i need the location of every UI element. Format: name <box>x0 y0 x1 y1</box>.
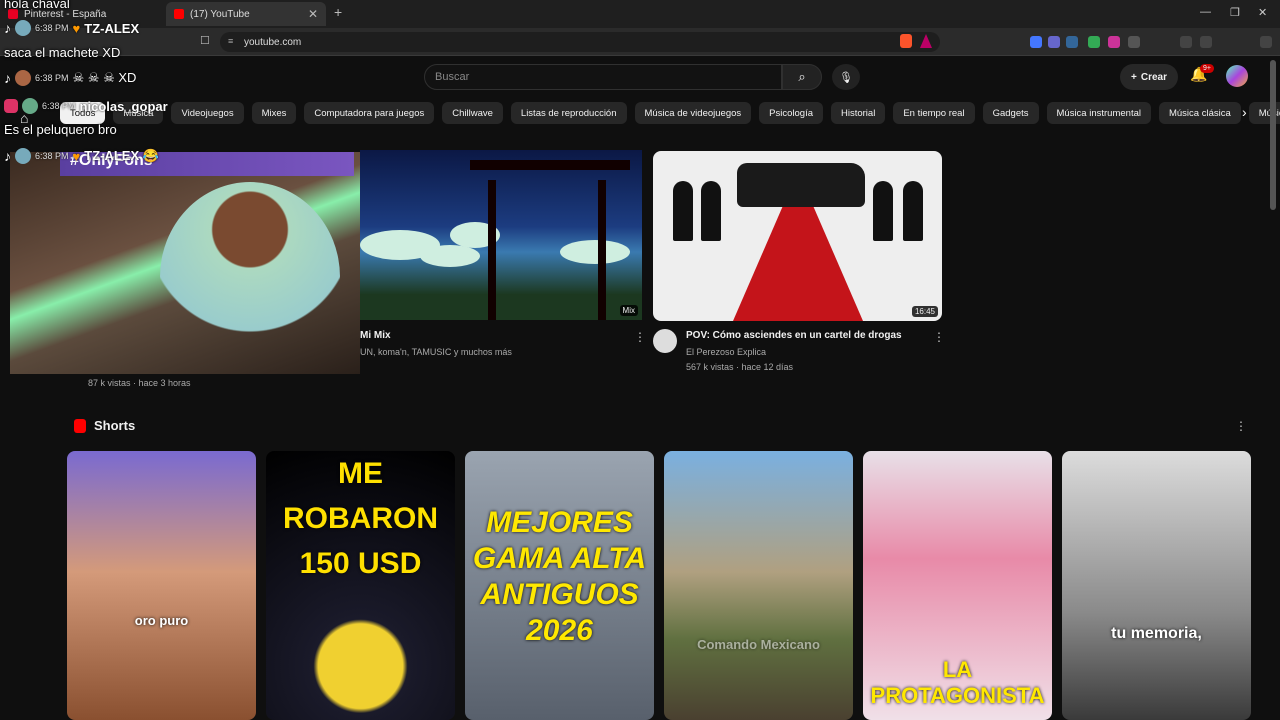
close-icon[interactable]: ✕ <box>308 7 318 21</box>
video-title[interactable]: POV: Cómo asciendes en un cartel de drog… <box>686 330 902 341</box>
chip-4[interactable]: Computadora para juegos <box>304 102 435 124</box>
extension-icon[interactable] <box>1088 36 1100 48</box>
tiktok-icon: ♪ <box>4 70 11 86</box>
chat-user-row: 6:38 PM nicolas_gopar <box>4 98 168 114</box>
short-item[interactable]: oro puro <box>67 451 256 720</box>
bookmark-icon[interactable]: ☐ <box>200 34 210 47</box>
chat-line: Es el peluquero bro <box>4 122 117 137</box>
user-avatar-icon <box>22 98 38 114</box>
avatar[interactable] <box>1226 65 1248 87</box>
extension-icon[interactable] <box>1048 36 1060 48</box>
chip-2[interactable]: Videojuegos <box>171 102 244 124</box>
wallet-icon[interactable] <box>1200 36 1212 48</box>
search-button[interactable]: ⌕ <box>782 64 822 90</box>
voice-search-button[interactable]: 🎙 <box>832 64 860 90</box>
mic-icon: 🎙 <box>839 71 853 84</box>
url-field[interactable]: ≡ youtube.com <box>220 32 940 52</box>
more-vert-icon[interactable]: ⋮ <box>1235 419 1247 433</box>
chip-5[interactable]: Chillwave <box>442 102 503 124</box>
short-item[interactable]: ME ROBARON 150 USD <box>266 451 455 720</box>
chat-user-row: ♪ 6:38 PM ♥ TZ-ALEX <box>4 20 140 36</box>
shorts-icon <box>74 418 86 433</box>
more-vert-icon[interactable]: ⋮ <box>933 330 945 344</box>
shorts-heading: Shorts <box>74 418 135 433</box>
close-window-icon[interactable]: ✕ <box>1258 6 1267 19</box>
chat-line: saca el machete XD <box>4 45 121 60</box>
tab-youtube[interactable]: (17) YouTube ✕ <box>166 2 326 26</box>
channel-name[interactable]: El Perezoso Explica <box>686 347 766 357</box>
puzzle-icon[interactable] <box>1128 36 1140 48</box>
chat-line: hola chaval <box>4 0 70 11</box>
category-chips: Todos Música Videojuegos Mixes Computadora p… <box>60 102 1280 124</box>
heart-icon: ♥ <box>72 20 81 36</box>
chip-3[interactable]: Mixes <box>251 102 297 124</box>
video-meta: 567 k vistas · hace 12 días <box>686 362 794 372</box>
chevron-right-icon[interactable]: › <box>1242 104 1247 120</box>
chip-6[interactable]: Listas de reproducción <box>510 102 627 124</box>
chip-11[interactable]: Gadgets <box>982 102 1039 124</box>
plus-icon: + <box>1131 71 1137 83</box>
chip-13[interactable]: Música clásica <box>1158 102 1241 124</box>
extension-icon[interactable] <box>1030 36 1042 48</box>
user-avatar-icon <box>15 148 31 164</box>
extension-icon[interactable] <box>1108 36 1120 48</box>
youtube-header: Buscar ⌕ 🎙 + Crear 🔔 9+ <box>0 56 1280 94</box>
mix-badge: Mix <box>619 305 638 316</box>
chat-user-row: ♪ 6:38 PM ♥ TZ-ALEX 😂 <box>4 148 159 164</box>
tiktok-icon: ♪ <box>4 148 11 164</box>
extension-icon[interactable] <box>1066 36 1078 48</box>
instagram-icon <box>4 99 18 113</box>
video-thumbnail[interactable]: #OnlyFons <box>10 152 360 374</box>
video-duration: 16:45 <box>911 306 938 317</box>
search-icon: ⌕ <box>798 69 806 84</box>
video-title[interactable]: Mi Mix <box>360 330 391 341</box>
short-item[interactable]: Comando Mexicano <box>664 451 853 720</box>
video-thumbnail[interactable]: Mix <box>360 150 642 320</box>
short-item[interactable]: tu memoria, <box>1062 451 1251 720</box>
short-item[interactable]: MEJORES GAMA ALTA ANTIGUOS 2026 <box>465 451 654 720</box>
chip-7[interactable]: Música de videojuegos <box>634 102 752 124</box>
notification-badge: 9+ <box>1200 64 1214 73</box>
plus-icon[interactable]: + <box>334 4 342 20</box>
more-vert-icon[interactable]: ⋮ <box>634 330 646 344</box>
chip-9[interactable]: Historial <box>831 102 886 124</box>
video-meta: 87 k vistas · hace 3 horas <box>88 378 191 388</box>
video-subtitle: UN, koma'n, TAMUSIC y muchos más <box>360 347 512 357</box>
tiktok-icon: ♪ <box>4 20 11 36</box>
short-item[interactable]: LA PROTAGONISTA <box>863 451 1052 720</box>
sidebar-icon[interactable] <box>1180 36 1192 48</box>
restore-icon[interactable]: ❐ <box>1230 6 1240 19</box>
user-avatar-icon <box>15 70 31 86</box>
heart-icon: ♥ <box>72 148 81 164</box>
minimize-icon[interactable]: — <box>1200 6 1211 18</box>
search-input[interactable]: Buscar <box>424 64 782 90</box>
person-figure <box>160 182 340 372</box>
video-thumbnail[interactable]: 16:45 <box>653 151 942 321</box>
scrollbar[interactable] <box>1270 60 1276 210</box>
chip-8[interactable]: Psicología <box>759 102 823 124</box>
chip-10[interactable]: En tiempo real <box>893 102 975 124</box>
chat-user-row: ♪ 6:38 PM ☠ ☠ ☠ XD <box>4 70 137 86</box>
chip-12[interactable]: Música instrumental <box>1046 102 1151 124</box>
brave-shield-icon[interactable] <box>900 34 912 48</box>
create-button[interactable]: + Crear <box>1120 64 1178 90</box>
tab-label: (17) YouTube <box>190 8 250 20</box>
browser-tabstrip: Pinterest - España (17) YouTube ✕ + — ❐ … <box>0 0 1280 28</box>
user-avatar-icon <box>15 20 31 36</box>
site-settings-icon[interactable]: ≡ <box>228 36 238 46</box>
youtube-icon <box>174 9 184 19</box>
menu-icon[interactable] <box>1260 36 1272 48</box>
channel-avatar[interactable] <box>653 329 677 353</box>
